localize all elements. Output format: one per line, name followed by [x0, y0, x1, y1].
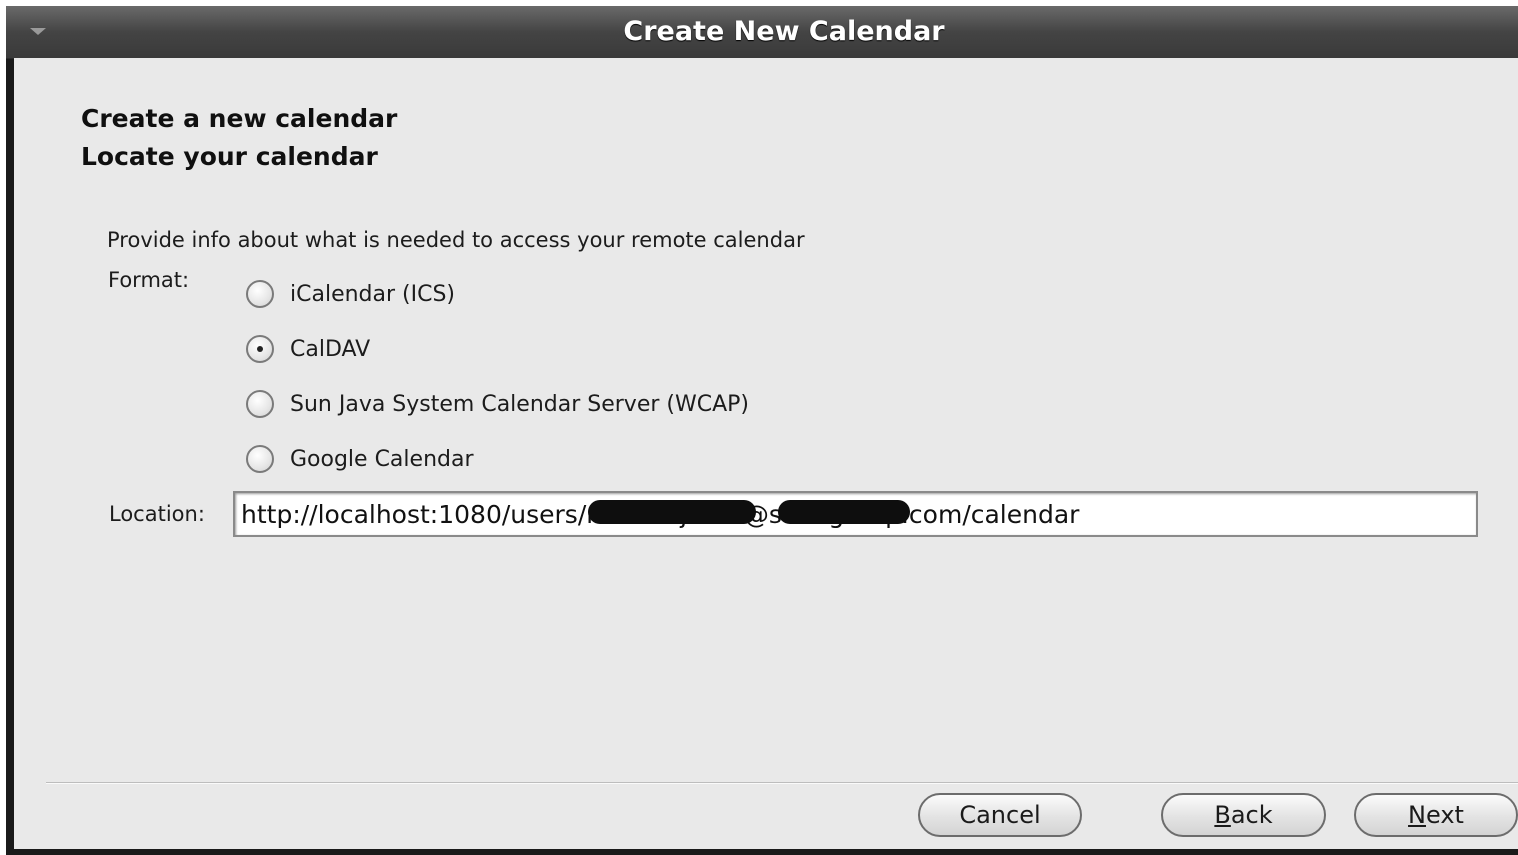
radio-label-icalendar[interactable]: iCalendar (ICS) [290, 282, 455, 307]
window-title: Create New Calendar [623, 16, 945, 47]
redaction-mark-user [588, 500, 756, 524]
wizard-subheading: Locate your calendar [81, 142, 378, 171]
title-bar[interactable]: Create New Calendar [6, 6, 1518, 59]
dialog-window: Create New Calendar Create a new calenda… [6, 6, 1518, 855]
radio-google[interactable] [246, 445, 274, 473]
button-separator [46, 782, 1518, 784]
format-label: Format: [108, 268, 190, 292]
format-option-google[interactable]: Google Calendar [246, 442, 474, 476]
radio-label-google[interactable]: Google Calendar [290, 447, 474, 472]
wizard-heading: Create a new calendar [81, 104, 398, 133]
radio-icalendar[interactable] [246, 280, 274, 308]
format-option-icalendar[interactable]: iCalendar (ICS) [246, 277, 455, 311]
redaction-mark-domain [778, 500, 910, 524]
format-option-wcap[interactable]: Sun Java System Calendar Server (WCAP) [246, 387, 749, 421]
next-button[interactable]: Next [1354, 793, 1518, 837]
wizard-panel: Create a new calendar Locate your calend… [14, 58, 1518, 849]
next-label: ext [1425, 801, 1464, 829]
next-mnemonic: N [1408, 801, 1426, 829]
back-label: ack [1230, 801, 1273, 829]
radio-wcap[interactable] [246, 390, 274, 418]
radio-caldav[interactable] [246, 335, 274, 363]
radio-label-caldav[interactable]: CalDAV [290, 337, 370, 362]
location-label: Location: [109, 502, 205, 526]
back-button[interactable]: Back [1161, 793, 1326, 837]
window-menu-icon[interactable] [30, 28, 46, 35]
format-option-caldav[interactable]: CalDAV [246, 332, 370, 366]
cancel-button[interactable]: Cancel [918, 793, 1082, 837]
radio-label-wcap[interactable]: Sun Java System Calendar Server (WCAP) [290, 392, 749, 417]
back-mnemonic: B [1214, 801, 1231, 829]
description-text: Provide info about what is needed to acc… [107, 228, 805, 252]
